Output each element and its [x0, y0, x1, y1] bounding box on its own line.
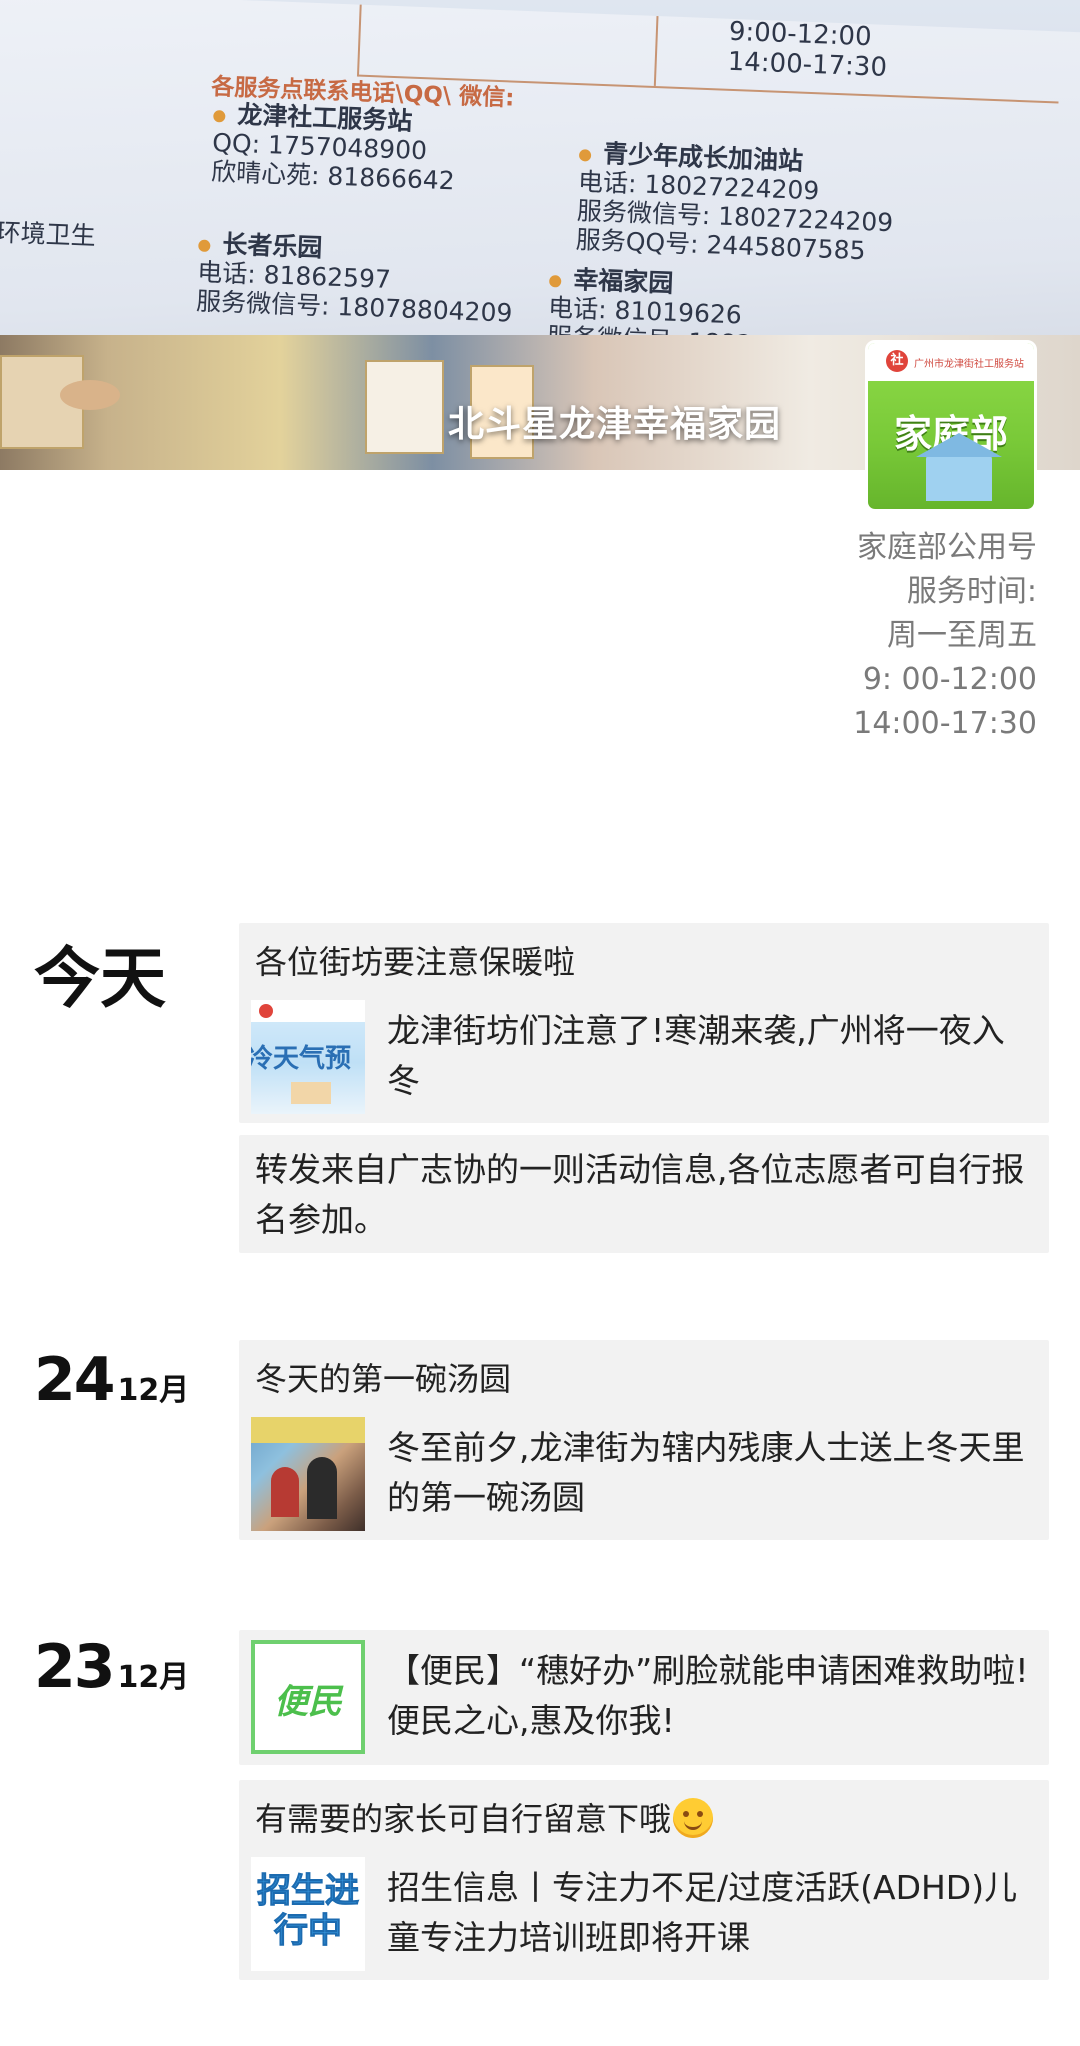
post-title-text: 有需要的家长可自行留意下哦: [255, 1800, 672, 1838]
wall-poster: [365, 360, 444, 454]
profile-line: 服务时间:: [906, 574, 1037, 609]
profile-line: 14:00-17:30: [853, 706, 1037, 741]
profile-line: 9: 00-12:00: [862, 662, 1037, 697]
date-label-24: 24 12月: [34, 1345, 189, 1415]
moment-post[interactable]: 转发来自广志协的一则活动信息,各位志愿者可自行报名参加。: [239, 1135, 1049, 1253]
station-name: 幸福家园: [572, 265, 674, 298]
moment-post[interactable]: 冬天的第一碗汤圆 冬至前夕,龙津街为辖内残康人士送上冬天里的第一碗汤圆: [239, 1340, 1049, 1540]
bullet-icon: [549, 275, 562, 288]
profile-line: 周一至周五: [887, 618, 1037, 653]
house-icon: [291, 1082, 331, 1104]
profile-avatar[interactable]: 社 广州市龙津街社工服务站 家庭部: [865, 340, 1037, 512]
thumbnail-text: 招生进行中: [257, 1871, 360, 1952]
board-station-1: 龙津社工服务站 QQ: 1757048900 欣晴心苑: 81866642: [211, 99, 458, 195]
moment-post[interactable]: 各位街坊要注意保暖啦 冷天气预 龙津街坊们注意了!寒潮来袭,广州将一夜入冬: [239, 923, 1049, 1123]
board-station-2: 青少年成长加油站 电话: 18027224209 服务微信号: 18027224…: [575, 138, 896, 266]
smile-emoji-icon: [673, 1798, 714, 1838]
bullet-icon: [198, 239, 211, 253]
post-link-text: 龙津街坊们注意了!寒潮来袭,广州将一夜入冬: [387, 1011, 1005, 1100]
station-name: 长者乐园: [221, 229, 323, 263]
cover-caption: 北斗星龙津幸福家园: [448, 404, 782, 445]
bullet-icon: [213, 110, 226, 123]
profile-signature: 家庭部公用号 服务时间: 周一至周五 9: 00-12:00 14:00-17:…: [853, 526, 1037, 746]
board-time-2: 14:00-17:30: [727, 46, 888, 83]
post-link-text: 招生信息丨专注力不足/过度活跃(ADHD)儿童专注力培训班即将开课: [387, 1868, 1018, 1957]
post-thumbnail: 招生进行中: [251, 1857, 365, 1971]
avatar-org-name: 广州市龙津街社工服务站: [914, 359, 1024, 370]
photo-person: [271, 1467, 299, 1517]
board-left-fragment: 区环境卫生: [0, 216, 97, 251]
post-title: 各位街坊要注意保暖啦: [255, 943, 576, 981]
post-thumbnail: 冷天气预: [251, 1000, 365, 1114]
post-title: 冬天的第一碗汤圆: [255, 1360, 512, 1398]
date-month: 12月: [117, 1373, 190, 1408]
profile-line: 家庭部公用号: [857, 530, 1037, 565]
wall-decoration: [60, 380, 120, 410]
photo-banner: [251, 1417, 365, 1443]
org-logo-icon: 社: [886, 350, 908, 372]
date-label-23: 23 12月: [34, 1632, 189, 1702]
board-times: 9:00-12:00 14:00-17:30: [727, 17, 888, 83]
post-thumbnail: 便民: [251, 1640, 365, 1754]
photo-person: [307, 1457, 337, 1519]
post-text: 转发来自广志协的一则活动信息,各位志愿者可自行报名参加。: [255, 1150, 1025, 1239]
moment-post[interactable]: 有需要的家长可自行留意下哦 招生进行中 招生信息丨专注力不足/过度活跃(ADHD…: [239, 1780, 1049, 1980]
post-link-text: 冬至前夕,龙津街为辖内残康人士送上冬天里的第一碗汤圆: [387, 1428, 1025, 1517]
date-month: 12月: [117, 1660, 190, 1695]
bullet-icon: [578, 149, 592, 162]
board-station-3: 长者乐园 电话: 81862597 服务微信号: 18078804209: [196, 229, 515, 328]
thumbnail-text: 冷天气预: [251, 1044, 352, 1074]
date-day: 23: [34, 1632, 115, 1702]
post-title: 有需要的家长可自行留意下哦: [255, 1794, 714, 1840]
house-icon: [916, 433, 1002, 501]
post-link-text: 【便民】“穗好办”刷脸就能申请困难救助啦!便民之心,惠及你我!: [387, 1651, 1029, 1740]
thumbnail-text: 便民: [274, 1682, 342, 1722]
date-day: 24: [34, 1345, 115, 1415]
post-thumbnail: [251, 1417, 365, 1531]
notice-board: 9:00-12:00 14:00-17:30 各服务点联系电话\QQ\ 微信: …: [0, 0, 1080, 393]
org-logo-icon: [259, 1004, 273, 1018]
date-label-today: 今天: [34, 940, 166, 1017]
moment-post[interactable]: 便民 【便民】“穗好办”刷脸就能申请困难救助啦!便民之心,惠及你我!: [239, 1630, 1049, 1765]
